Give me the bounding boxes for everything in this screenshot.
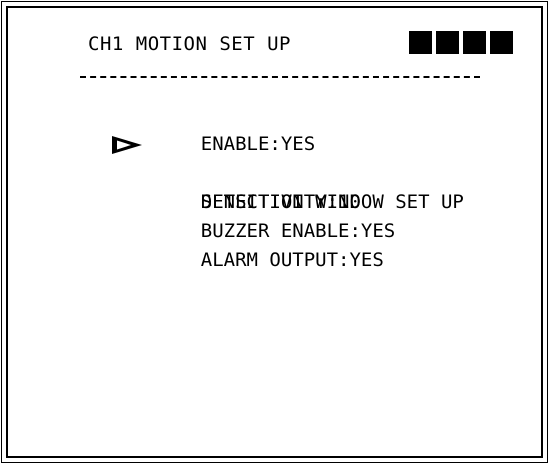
title-divider [80, 76, 480, 78]
page-title: CH1 MOTION SET UP [88, 33, 291, 55]
menu-item-detection-window[interactable]: DETECTION WINDOW SET UP [112, 130, 464, 213]
status-block-3 [463, 31, 486, 54]
menu-item-buzzer-enable[interactable]: BUZZER ENABLE:YES [155, 188, 464, 242]
status-indicator-blocks [409, 31, 513, 54]
status-block-4 [490, 31, 513, 54]
menu-item-enable[interactable]: ENABLE:YES [155, 101, 464, 155]
triangle-right-icon [112, 136, 142, 154]
motion-setup-menu: ENABLE:YES DETECTION WINDOW SET UP SENSI… [112, 101, 464, 271]
status-block-1 [409, 31, 432, 54]
menu-item-label: ALARM OUTPUT:YES [200, 249, 384, 271]
status-block-2 [436, 31, 459, 54]
menu-item-alarm-output[interactable]: ALARM OUTPUT:YES [155, 217, 464, 271]
menu-item-sensitivity[interactable]: SENSITIVITY:10 [155, 159, 464, 213]
